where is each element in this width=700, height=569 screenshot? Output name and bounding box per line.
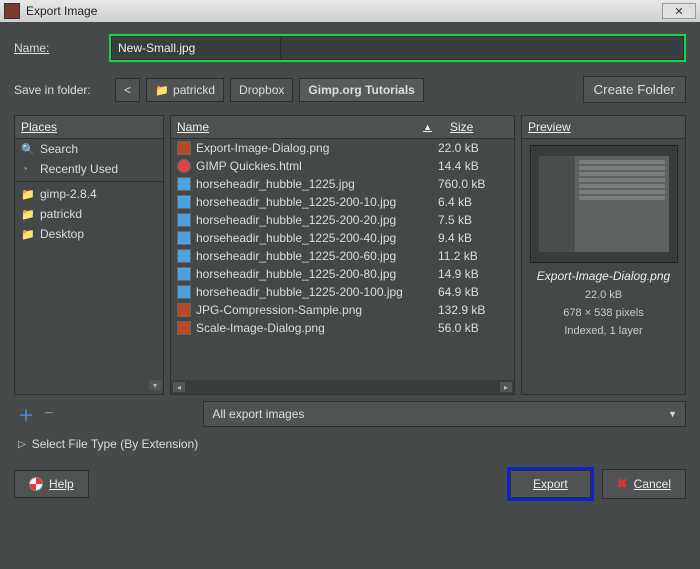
file-row[interactable]: horseheadir_hubble_1225-200-20.jpg7.5 kB bbox=[171, 211, 514, 229]
close-button[interactable]: ✕ bbox=[662, 3, 696, 19]
filename-input[interactable] bbox=[111, 36, 281, 60]
png-file-icon bbox=[177, 141, 191, 155]
scroll-right-icon[interactable]: ▸ bbox=[500, 382, 512, 392]
html-file-icon bbox=[177, 159, 191, 173]
file-type-expander[interactable]: ▷ Select File Type (By Extension) bbox=[14, 437, 686, 451]
file-row[interactable]: horseheadir_hubble_1225-200-100.jpg64.9 … bbox=[171, 283, 514, 301]
save-in-folder-label: Save in folder: bbox=[14, 83, 109, 97]
sort-asc-icon: ▲ bbox=[423, 122, 432, 132]
path-segment-0[interactable]: patrickd bbox=[146, 78, 224, 102]
add-bookmark-button[interactable]: ＋ bbox=[18, 402, 34, 426]
help-button[interactable]: Help bbox=[14, 470, 89, 498]
places-item-search[interactable]: Search bbox=[15, 139, 163, 159]
jpg-file-icon bbox=[177, 231, 191, 245]
file-row[interactable]: JPG-Compression-Sample.png132.9 kB bbox=[171, 301, 514, 319]
help-icon bbox=[29, 477, 43, 491]
path-segment-2[interactable]: Gimp.org Tutorials bbox=[299, 78, 423, 102]
remove-bookmark-button[interactable]: − bbox=[44, 405, 53, 423]
preview-panel: Preview Export-Image-Dialog.png 22.0 kB … bbox=[521, 115, 686, 395]
places-header[interactable]: Places bbox=[15, 116, 163, 139]
export-button[interactable]: Export bbox=[510, 470, 591, 498]
cancel-button[interactable]: ✖ Cancel bbox=[602, 469, 686, 499]
window-title: Export Image bbox=[26, 4, 97, 18]
folder-icon bbox=[21, 227, 35, 241]
export-button-highlight: Export bbox=[507, 467, 594, 501]
places-folder-0[interactable]: gimp-2.8.4 bbox=[15, 184, 163, 204]
file-list-panel: Name▲ Size Export-Image-Dialog.png22.0 k… bbox=[170, 115, 515, 395]
file-row[interactable]: horseheadir_hubble_1225.jpg760.0 kB bbox=[171, 175, 514, 193]
preview-filesize: 22.0 kB bbox=[585, 289, 622, 301]
png-file-icon bbox=[177, 303, 191, 317]
places-list: Search Recently Used gimp-2.8.4 patrickd… bbox=[15, 139, 163, 380]
recent-icon bbox=[21, 162, 35, 176]
app-icon bbox=[4, 3, 20, 19]
places-panel: Places Search Recently Used gimp-2.8.4 p… bbox=[14, 115, 164, 395]
file-row[interactable]: GIMP Quickies.html14.4 kB bbox=[171, 157, 514, 175]
name-input-highlight bbox=[109, 34, 686, 62]
folder-icon bbox=[155, 83, 169, 97]
folder-icon bbox=[21, 187, 35, 201]
file-row[interactable]: Export-Image-Dialog.png22.0 kB bbox=[171, 139, 514, 157]
preview-thumbnail bbox=[530, 145, 678, 263]
search-icon bbox=[21, 142, 35, 156]
png-file-icon bbox=[177, 321, 191, 335]
places-folder-2[interactable]: Desktop bbox=[15, 224, 163, 244]
places-item-recent[interactable]: Recently Used bbox=[15, 159, 163, 179]
column-size[interactable]: Size bbox=[444, 116, 514, 138]
chevron-down-icon: ▼ bbox=[668, 409, 677, 419]
places-divider bbox=[15, 181, 163, 182]
places-folder-1[interactable]: patrickd bbox=[15, 204, 163, 224]
jpg-file-icon bbox=[177, 267, 191, 281]
jpg-file-icon bbox=[177, 213, 191, 227]
file-row[interactable]: horseheadir_hubble_1225-200-40.jpg9.4 kB bbox=[171, 229, 514, 247]
file-list-body[interactable]: Export-Image-Dialog.png22.0 kBGIMP Quick… bbox=[171, 139, 514, 380]
file-list-hscroll[interactable]: ◂ ▸ bbox=[171, 380, 514, 394]
file-row[interactable]: Scale-Image-Dialog.png56.0 kB bbox=[171, 319, 514, 337]
file-row[interactable]: horseheadir_hubble_1225-200-60.jpg11.2 k… bbox=[171, 247, 514, 265]
expand-right-icon: ▷ bbox=[18, 439, 26, 450]
cancel-icon: ✖ bbox=[617, 476, 628, 492]
jpg-file-icon bbox=[177, 195, 191, 209]
preview-filename: Export-Image-Dialog.png bbox=[537, 269, 670, 283]
path-back-button[interactable]: < bbox=[115, 78, 140, 102]
scroll-left-icon[interactable]: ◂ bbox=[173, 382, 185, 392]
preview-dimensions: 678 × 538 pixels bbox=[563, 307, 643, 319]
preview-mode: Indexed, 1 layer bbox=[564, 325, 642, 337]
file-row[interactable]: horseheadir_hubble_1225-200-80.jpg14.9 k… bbox=[171, 265, 514, 283]
create-folder-button[interactable]: Create Folder bbox=[583, 76, 687, 103]
folder-icon bbox=[21, 207, 35, 221]
name-label: Name: bbox=[14, 41, 109, 55]
file-list-header: Name▲ Size bbox=[171, 116, 514, 139]
places-scroll[interactable]: ▾ bbox=[15, 380, 163, 394]
jpg-file-icon bbox=[177, 177, 191, 191]
preview-header: Preview bbox=[522, 116, 685, 139]
jpg-file-icon bbox=[177, 285, 191, 299]
file-row[interactable]: horseheadir_hubble_1225-200-10.jpg6.4 kB bbox=[171, 193, 514, 211]
titlebar: Export Image ✕ bbox=[0, 0, 700, 22]
file-filter-dropdown[interactable]: All export images ▼ bbox=[203, 401, 686, 427]
jpg-file-icon bbox=[177, 249, 191, 263]
path-segment-1[interactable]: Dropbox bbox=[230, 78, 293, 102]
column-name[interactable]: Name▲ bbox=[171, 116, 444, 138]
filename-input-extent[interactable] bbox=[281, 36, 684, 60]
